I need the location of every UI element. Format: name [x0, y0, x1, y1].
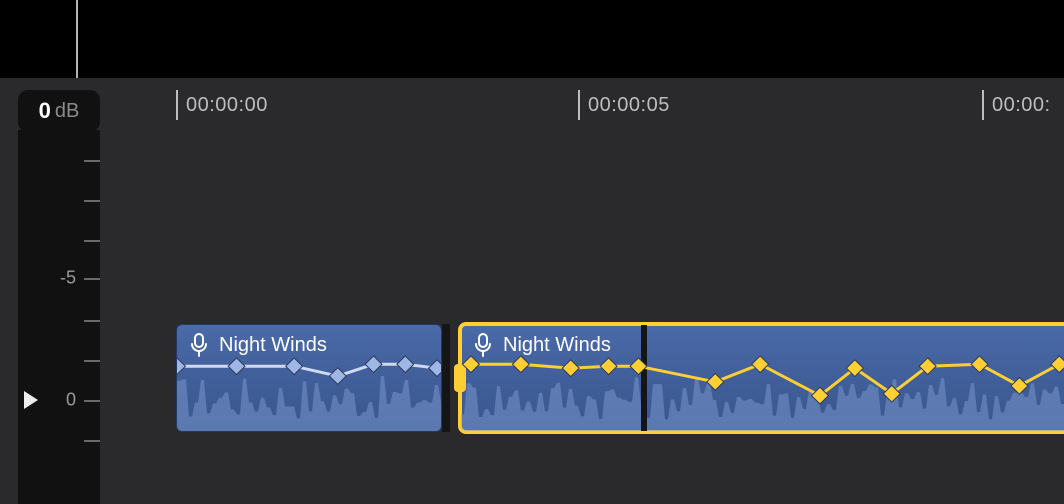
ruler-label: -5	[60, 268, 76, 289]
timecode-label: 00:00:05	[588, 94, 670, 117]
volume-keyframe[interactable]	[397, 356, 414, 373]
volume-keyframe[interactable]	[1051, 356, 1064, 373]
timecode-tick	[176, 90, 178, 120]
volume-keyframe[interactable]	[286, 358, 303, 375]
timecode-ruler[interactable]: 00:00:00 00:00:05 00:00:	[100, 78, 1064, 132]
clip-label: Night Winds	[189, 333, 327, 357]
timecode-label: 00:00:	[992, 94, 1051, 117]
volume-keyframe[interactable]	[463, 356, 480, 373]
volume-level-caret-icon[interactable]	[24, 391, 38, 409]
microphone-icon	[473, 333, 493, 357]
timecode-mark[interactable]: 00:00:05	[578, 86, 670, 124]
volume-keyframe[interactable]	[365, 356, 382, 373]
ruler-tick	[84, 400, 100, 402]
timecode-mark[interactable]: 00:00:	[982, 86, 1051, 124]
volume-keyframe[interactable]	[329, 368, 346, 385]
volume-keyframe[interactable]	[600, 358, 617, 375]
volume-keyframe[interactable]	[707, 374, 724, 391]
audio-track-lane[interactable]: Night Winds Night Winds	[176, 324, 1064, 432]
clip-name: Night Winds	[503, 334, 611, 357]
volume-keyframe[interactable]	[562, 360, 579, 377]
ruler-label: 0	[66, 390, 76, 411]
volume-db-indicator[interactable]: 0 dB	[18, 90, 100, 132]
timecode-label: 00:00:00	[186, 94, 268, 117]
audio-clip[interactable]: Night Winds	[176, 324, 442, 432]
clip-name: Night Winds	[219, 334, 327, 357]
ruler-tick	[84, 160, 100, 162]
audio-clip[interactable]: Night Winds	[460, 324, 1064, 432]
volume-keyframe[interactable]	[512, 356, 529, 373]
vertical-db-ruler[interactable]: -5 0	[18, 130, 100, 504]
ruler-tick	[84, 440, 100, 442]
volume-keyframe[interactable]	[429, 360, 441, 377]
timeline-area[interactable]: 00:00:0000:00:0500:00: Night WindsNight …	[100, 78, 1064, 504]
volume-keyframe[interactable]	[1011, 378, 1028, 395]
volume-keyframe[interactable]	[752, 356, 769, 373]
volume-keyframe[interactable]	[228, 358, 245, 375]
timecode-tick	[982, 90, 984, 120]
timecode-mark[interactable]: 00:00:00	[176, 86, 268, 124]
volume-keyframe[interactable]	[630, 358, 647, 375]
ruler-tick	[84, 320, 100, 322]
volume-db-value: 0	[39, 98, 51, 124]
ruler-tick	[84, 360, 100, 362]
clip-boundary[interactable]	[442, 324, 450, 432]
ruler-tick	[84, 240, 100, 242]
volume-keyframe[interactable]	[971, 356, 988, 373]
ruler-tick	[84, 278, 100, 280]
volume-keyframe[interactable]	[177, 358, 185, 375]
volume-db-unit: dB	[55, 100, 79, 123]
microphone-icon	[189, 333, 209, 357]
callout-pointer-line	[76, 0, 78, 90]
timecode-tick	[578, 90, 580, 120]
ruler-tick	[84, 200, 100, 202]
title-bar-region	[0, 0, 1064, 78]
clip-label: Night Winds	[473, 333, 611, 357]
